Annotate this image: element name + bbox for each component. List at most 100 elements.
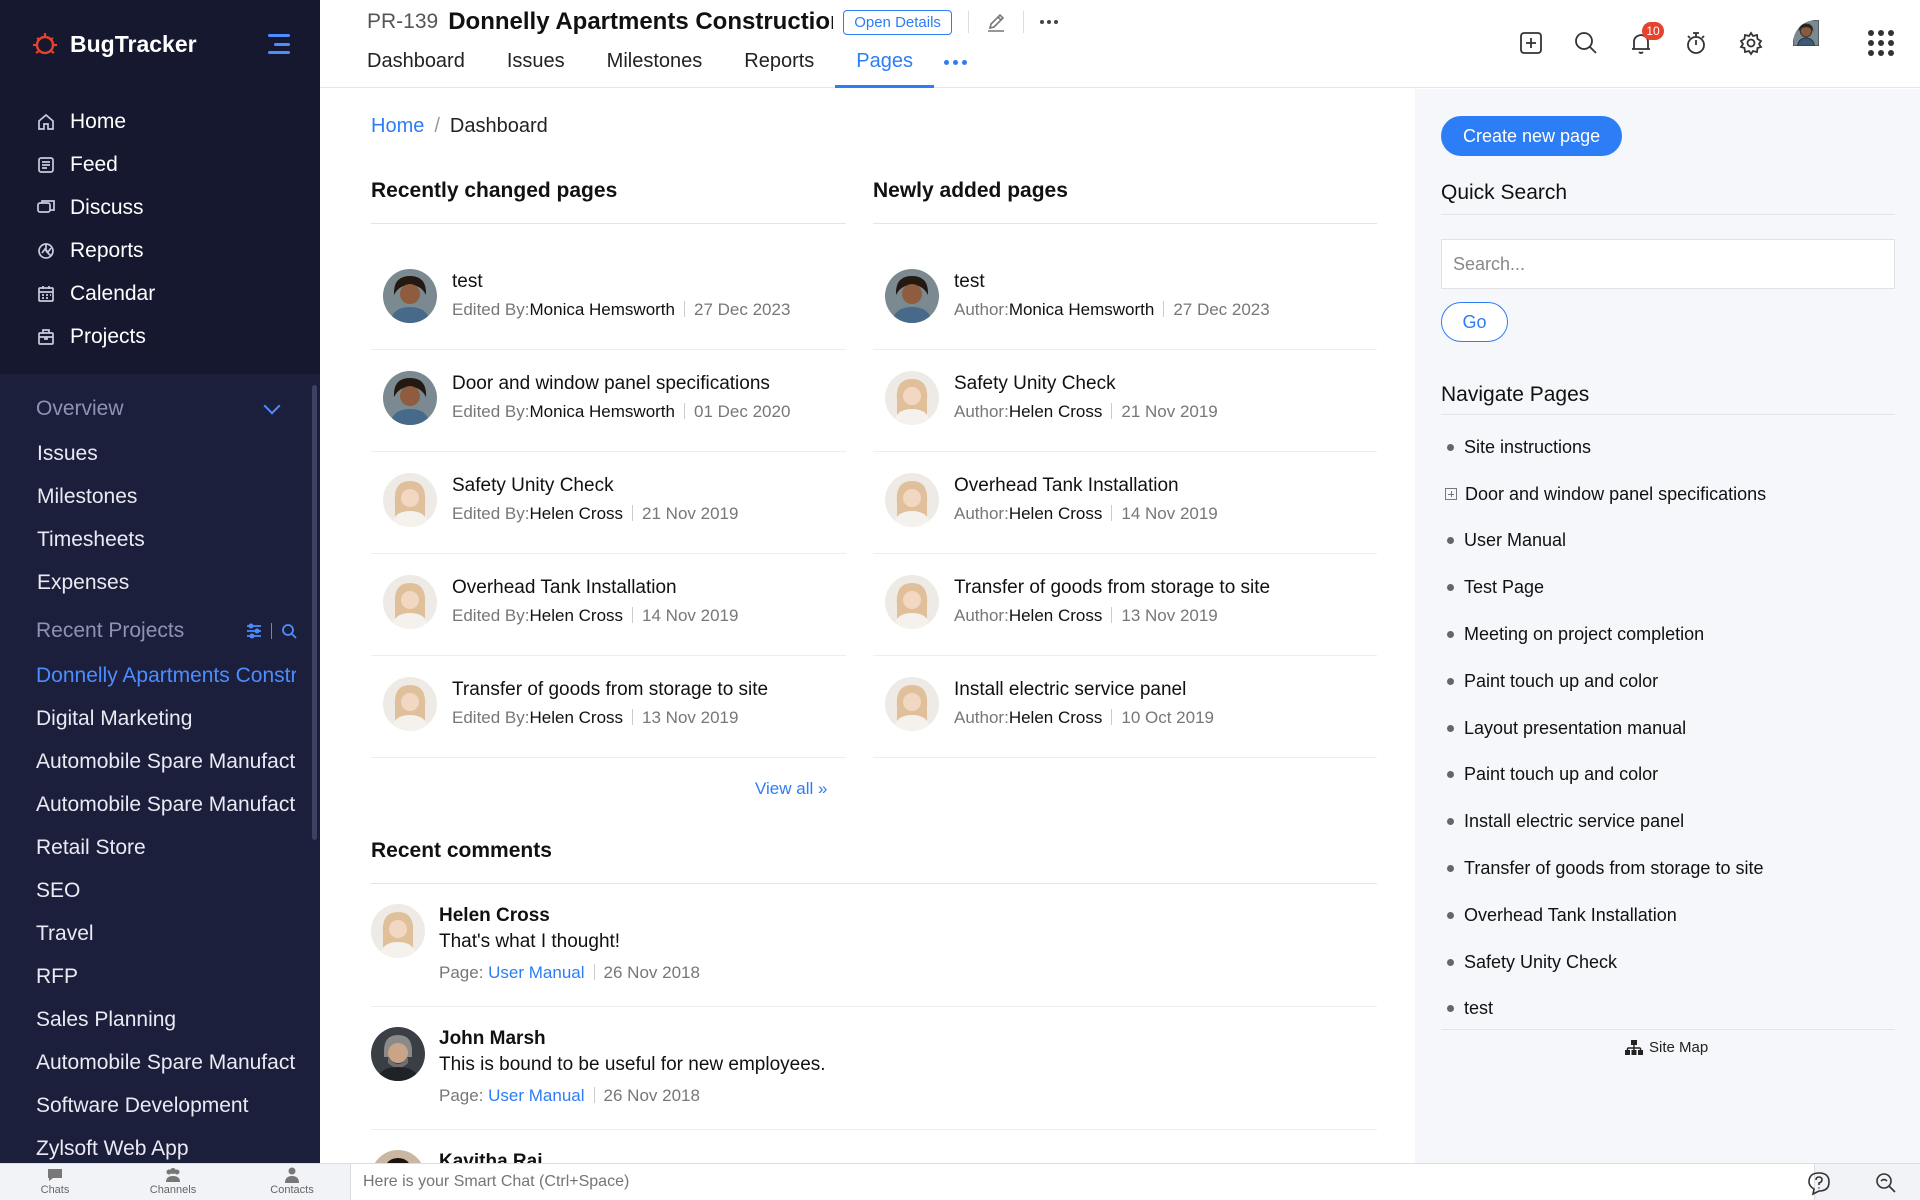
app-grid-icon[interactable] bbox=[1868, 30, 1894, 56]
recent-project-item[interactable]: Zylsoft Web App bbox=[0, 1127, 296, 1163]
go-button[interactable]: Go bbox=[1441, 302, 1508, 342]
nav-page-item[interactable]: Safety Unity Check bbox=[1445, 939, 1895, 986]
recent-project-item[interactable]: Retail Store bbox=[0, 826, 296, 869]
page-row[interactable]: Door and window panel specifications Edi… bbox=[371, 350, 846, 452]
sidebar-item-feed[interactable]: Feed bbox=[0, 143, 320, 186]
page-title-link[interactable]: Safety Unity Check bbox=[954, 371, 1218, 397]
page-date: 27 Dec 2023 bbox=[694, 300, 791, 319]
page-title-link[interactable]: Door and window panel specifications bbox=[452, 371, 790, 397]
page-title-link[interactable]: Overhead Tank Installation bbox=[452, 575, 738, 601]
nav-page-item[interactable]: Install electric service panel bbox=[1445, 798, 1895, 845]
open-details-button[interactable]: Open Details bbox=[843, 9, 952, 35]
recent-project-item[interactable]: RFP bbox=[0, 955, 296, 998]
page-row[interactable]: Overhead Tank Installation Edited By:Hel… bbox=[371, 554, 846, 656]
notifications[interactable]: 10 bbox=[1628, 22, 1664, 56]
page-row[interactable]: Transfer of goods from storage to site E… bbox=[371, 656, 846, 758]
tab-reports[interactable]: Reports bbox=[723, 50, 835, 88]
page-row[interactable]: Safety Unity Check Author:Helen Cross 21 … bbox=[873, 350, 1377, 452]
nav-page-item[interactable]: Door and window panel specifications bbox=[1445, 471, 1895, 518]
view-all-link[interactable]: View all » bbox=[755, 779, 827, 799]
page-row-body: test Author:Monica Hemsworth 27 Dec 2023 bbox=[954, 269, 1270, 325]
page-title-link[interactable]: test bbox=[954, 269, 1270, 295]
tab-issues[interactable]: Issues bbox=[486, 50, 586, 88]
page-row[interactable]: test Author:Monica Hemsworth 27 Dec 2023 bbox=[873, 248, 1377, 350]
more-options-icon[interactable] bbox=[1039, 20, 1058, 24]
nav-page-item[interactable]: Layout presentation manual bbox=[1445, 705, 1895, 752]
nav-page-item[interactable]: Paint touch up and color bbox=[1445, 752, 1895, 799]
nav-page-item[interactable]: Site instructions bbox=[1445, 424, 1895, 471]
bottom-tab-channels[interactable]: Channels bbox=[133, 1166, 213, 1196]
site-map-link[interactable]: Site Map bbox=[1625, 1039, 1708, 1056]
create-new-page-button[interactable]: Create new page bbox=[1441, 116, 1623, 156]
edit-pen-icon[interactable] bbox=[985, 11, 1007, 33]
recent-project-item[interactable]: Sales Planning bbox=[0, 998, 296, 1041]
page-row[interactable]: test Edited By:Monica Hemsworth 27 Dec 20… bbox=[371, 248, 846, 350]
nav-page-item[interactable]: test bbox=[1445, 986, 1895, 1033]
recent-project-item[interactable]: SEO bbox=[0, 869, 296, 912]
smart-chat-input[interactable] bbox=[350, 1164, 1815, 1200]
nav-page-item[interactable]: Transfer of goods from storage to site bbox=[1445, 845, 1895, 892]
sidebar-scrollbar[interactable] bbox=[312, 385, 317, 840]
user-name: Helen Cross bbox=[1008, 402, 1103, 421]
page-row[interactable]: Safety Unity Check Edited By:Helen Cross… bbox=[371, 452, 846, 554]
tab-dashboard[interactable]: Dashboard bbox=[367, 50, 486, 88]
meta-prefix: Edited By: bbox=[452, 606, 530, 625]
filter-icon[interactable] bbox=[245, 622, 263, 640]
add-icon[interactable] bbox=[1518, 30, 1544, 56]
recent-project-item[interactable]: Automobile Spare Manufacturing bbox=[0, 1041, 296, 1084]
sidebar-item-expenses[interactable]: Expenses bbox=[0, 561, 320, 604]
page-row[interactable]: Overhead Tank Installation Author:Helen … bbox=[873, 452, 1377, 554]
page-row[interactable]: Transfer of goods from storage to site A… bbox=[873, 554, 1377, 656]
nav-page-label: Layout presentation manual bbox=[1464, 717, 1687, 738]
page-title-link[interactable]: Transfer of goods from storage to site bbox=[954, 575, 1270, 601]
sidebar-item-reports[interactable]: Reports bbox=[0, 229, 320, 272]
comment-page-link[interactable]: User Manual bbox=[488, 1086, 584, 1105]
quick-search-input[interactable] bbox=[1441, 239, 1895, 289]
expand-icon[interactable] bbox=[1445, 488, 1457, 501]
nav-page-item[interactable]: Overhead Tank Installation bbox=[1445, 892, 1895, 939]
recent-project-item[interactable]: Software Development bbox=[0, 1084, 296, 1127]
tab-pages[interactable]: Pages bbox=[835, 50, 934, 88]
overview-header[interactable]: Overview bbox=[0, 386, 320, 432]
app-logo[interactable]: BugTracker bbox=[30, 29, 197, 59]
search-icon[interactable] bbox=[1573, 30, 1599, 56]
recent-project-item[interactable]: Automobile Spare Manufacturing bbox=[0, 783, 296, 826]
gear-icon[interactable] bbox=[1738, 30, 1764, 56]
page-title-link[interactable]: Overhead Tank Installation bbox=[954, 473, 1218, 499]
page-title-link[interactable]: test bbox=[452, 269, 790, 295]
page-title-link[interactable]: Install electric service panel bbox=[954, 677, 1214, 703]
recent-project-item[interactable]: Donnelly Apartments Construction bbox=[0, 654, 296, 697]
comment-page-link[interactable]: User Manual bbox=[488, 963, 584, 982]
nav-page-item[interactable]: User Manual bbox=[1445, 518, 1895, 565]
recent-project-item[interactable]: Travel bbox=[0, 912, 296, 955]
sidebar-item-issues[interactable]: Issues bbox=[0, 432, 320, 475]
search-icon[interactable] bbox=[280, 622, 298, 640]
page-row[interactable]: Install electric service panel Author:He… bbox=[873, 656, 1377, 758]
nav-page-item[interactable]: Paint touch up and color bbox=[1445, 658, 1895, 705]
sidebar-item-calendar[interactable]: Calendar bbox=[0, 272, 320, 315]
recent-project-item[interactable]: Automobile Spare Manufacturing bbox=[0, 740, 296, 783]
tab-milestones[interactable]: Milestones bbox=[586, 50, 724, 88]
nav-page-item[interactable]: Test Page bbox=[1445, 564, 1895, 611]
breadcrumb-home-link[interactable]: Home bbox=[371, 115, 424, 138]
comment-body: Helen Cross That's what I thought! Page:… bbox=[439, 904, 700, 990]
bottom-tab-chats[interactable]: Chats bbox=[15, 1166, 95, 1196]
page-title-link[interactable]: Transfer of goods from storage to site bbox=[452, 677, 768, 703]
help-icon[interactable] bbox=[1806, 1170, 1832, 1196]
sidebar-item-milestones[interactable]: Milestones bbox=[0, 475, 320, 518]
recent-project-item[interactable]: Digital Marketing bbox=[0, 697, 296, 740]
bottom-tab-contacts[interactable]: Contacts bbox=[252, 1166, 332, 1196]
bullet-icon bbox=[1447, 958, 1454, 966]
nav-page-item[interactable]: Meeting on project completion bbox=[1445, 611, 1895, 658]
menu-toggle-icon[interactable] bbox=[266, 34, 290, 54]
sidebar-item-discuss[interactable]: Discuss bbox=[0, 186, 320, 229]
sidebar-item-projects[interactable]: Projects bbox=[0, 315, 320, 358]
user-avatar[interactable] bbox=[1793, 20, 1839, 66]
sidebar-item-timesheets[interactable]: Timesheets bbox=[0, 518, 320, 561]
sidebar-item-home[interactable]: Home bbox=[0, 100, 320, 143]
more-tabs-icon[interactable] bbox=[934, 50, 968, 88]
timer-icon[interactable] bbox=[1683, 30, 1709, 56]
search-chat-icon[interactable] bbox=[1873, 1170, 1899, 1196]
page-title-link[interactable]: Safety Unity Check bbox=[452, 473, 738, 499]
chevron-down-icon[interactable] bbox=[263, 397, 281, 415]
